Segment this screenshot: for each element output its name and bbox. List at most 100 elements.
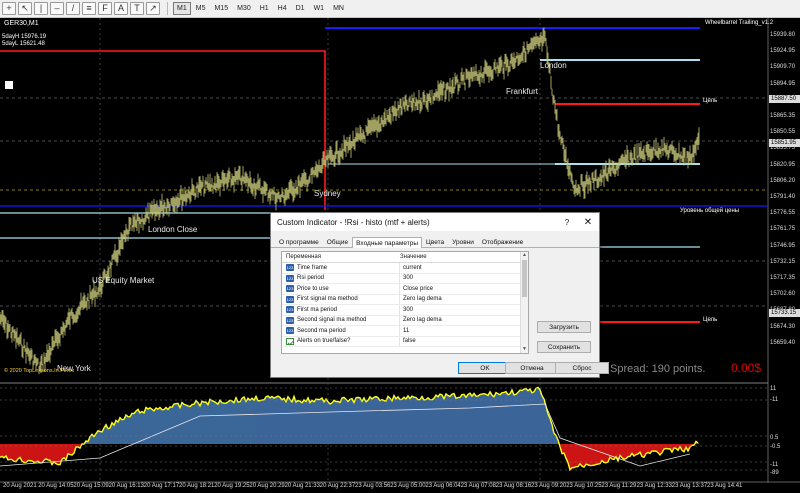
table-row[interactable]: 123 Second ma period 11 <box>282 326 528 337</box>
variable-value[interactable]: Zero lag dema <box>400 317 442 323</box>
price-tick: 15791.40 <box>770 194 796 200</box>
time-tick: 23 Aug 09:20 <box>531 483 567 489</box>
price-tick: 15806.20 <box>770 177 796 184</box>
price-tick: 15939.80 <box>770 32 796 38</box>
session-label-frankfurt: Frankfurt <box>506 87 539 96</box>
load-button[interactable]: Загрузить <box>537 321 591 333</box>
variable-name: Alerts on true/false? <box>297 338 351 345</box>
pointer-icon[interactable]: ↖ <box>18 2 32 15</box>
price-tick: 15732.15 <box>770 258 796 265</box>
variable-name: Second signal ma method <box>297 317 367 324</box>
scroll-down-icon[interactable]: ▼ <box>521 346 528 353</box>
tab-3[interactable]: Цвета <box>422 236 448 247</box>
tab-2[interactable]: Входные параметры <box>352 237 423 248</box>
table-row[interactable]: 123 Second signal ma method Zero lag dema <box>282 315 528 326</box>
variable-value[interactable]: false <box>400 338 416 344</box>
time-tick: 23 Aug 10:25 <box>566 483 602 489</box>
price-tick: 15865.35 <box>770 113 796 119</box>
time-tick: 23 Aug 13:37 <box>671 483 708 489</box>
price-tick: 15659.40 <box>770 339 796 346</box>
scrollbar-thumb[interactable] <box>522 260 527 297</box>
tab-5[interactable]: Отображение <box>478 236 527 247</box>
label-icon[interactable]: T <box>130 2 144 15</box>
save-button[interactable]: Сохранить <box>537 341 591 353</box>
crosshair-icon[interactable]: + <box>2 2 16 15</box>
price-tick: 15674.30 <box>770 323 796 330</box>
timeframe-mn[interactable]: MN <box>329 2 348 15</box>
table-row[interactable]: 123 First ma period 300 <box>282 305 528 316</box>
oscillator-tick: -11 <box>770 462 779 468</box>
timeframe-h1[interactable]: H1 <box>256 2 273 15</box>
timeframe-m30[interactable]: M30 <box>233 2 255 15</box>
variable-cell: 123 Time frame <box>282 263 400 273</box>
price-tick: 15850.55 <box>770 129 796 136</box>
tab-0[interactable]: О программе <box>275 236 323 247</box>
timeframe-h4[interactable]: H4 <box>274 2 291 15</box>
price-tick: 15820.95 <box>770 161 796 168</box>
copyright-text: © 2020 TopLessons.In.Forex <box>4 368 75 374</box>
red-range-box <box>0 50 326 210</box>
help-icon[interactable]: ? <box>557 218 577 227</box>
time-tick: 20 Aug 19:25 <box>214 483 250 489</box>
time-tick: 20 Aug 22:37 <box>319 483 356 489</box>
channel-icon[interactable]: ≡ <box>82 2 96 15</box>
reset-button[interactable]: Сброс <box>555 362 609 374</box>
table-scrollbar[interactable]: ▲ ▼ <box>520 252 528 353</box>
ok-button[interactable]: OK <box>458 362 512 374</box>
time-tick: 23 Aug 11:29 <box>601 483 637 489</box>
timeframe-buttons: M1 M5 M15 M30 H1 H4 D1 W1 MN <box>173 2 349 15</box>
variable-name: Price to use <box>297 285 329 292</box>
time-tick: 23 Aug 08:16 <box>495 483 532 489</box>
time-tick: 20 Aug 2021 <box>3 483 37 489</box>
variable-name: Time frame <box>297 264 328 271</box>
cancel-button[interactable]: Отмена <box>505 362 559 374</box>
variable-value[interactable]: 300 <box>400 275 413 281</box>
text-icon[interactable]: A <box>114 2 128 15</box>
chart-toolbar: + ↖ | – / ≡ F A T ↗ M1 M5 M15 M30 H1 H4 D1 W1 MN <box>0 0 800 18</box>
timeframe-m1[interactable]: M1 <box>173 2 191 15</box>
session-label-us-equity: US Equity Market <box>92 276 155 285</box>
average-price-label: Уровень общей цены <box>680 208 740 214</box>
time-tick: 23 Aug 12:33 <box>636 483 672 489</box>
close-icon[interactable]: ✕ <box>577 217 599 228</box>
checkbox-icon[interactable] <box>5 81 13 89</box>
tab-4[interactable]: Уровни <box>448 236 478 247</box>
toolbar-separator <box>167 2 168 15</box>
timeframe-w1[interactable]: W1 <box>310 2 329 15</box>
time-tick: 23 Aug 07:08 <box>460 483 496 489</box>
time-tick: 23 Aug 05:00 <box>390 483 426 489</box>
variable-value[interactable]: 300 <box>400 307 413 313</box>
time-tick: 20 Aug 18:21 <box>179 483 215 489</box>
variable-value[interactable]: Close price <box>400 286 433 292</box>
table-row[interactable]: 123 Rsi period 300 <box>282 273 528 284</box>
timeframe-m5[interactable]: M5 <box>192 2 210 15</box>
variable-value[interactable]: 11 <box>400 328 409 334</box>
price-tag: 15887.50 <box>769 95 800 103</box>
dialog-titlebar: Custom Indicator - !Rsi - histo (mtf + a… <box>271 213 599 231</box>
horizontal-line-icon[interactable]: – <box>50 2 64 15</box>
chart-symbol: GER30,M1 <box>4 20 39 27</box>
indicator-name: Wheelbarrel Trailing_v1.2 <box>705 20 774 26</box>
arrow-icon[interactable]: ↗ <box>146 2 160 15</box>
oscillator-tick: -11 <box>770 397 779 403</box>
variable-cell: 123 Rsi period <box>282 273 400 283</box>
fibonacci-icon[interactable]: F <box>98 2 112 15</box>
oscillator-tick: 0.5 <box>770 435 779 441</box>
vertical-line-icon[interactable]: | <box>34 2 48 15</box>
variable-value[interactable]: Zero lag dema <box>400 296 442 302</box>
scroll-up-icon[interactable]: ▲ <box>521 252 528 259</box>
table-row[interactable]: 123 Price to use Close price <box>282 284 528 295</box>
price-tick: 15909.70 <box>770 64 796 71</box>
oscillator-tick: 11 <box>770 386 777 392</box>
timeframe-m15[interactable]: M15 <box>210 2 232 15</box>
trendline-icon[interactable]: / <box>66 2 80 15</box>
time-tick: 23 Aug 03:56 <box>355 483 391 489</box>
timeframe-d1[interactable]: D1 <box>292 2 309 15</box>
tab-1[interactable]: Общие <box>323 236 352 247</box>
variable-cell: 123 First signal ma method <box>282 294 400 304</box>
table-row[interactable]: Alerts on true/false? false <box>282 336 528 347</box>
price-tick: 15776.55 <box>770 210 796 217</box>
table-row[interactable]: 123 First signal ma method Zero lag dema <box>282 294 528 305</box>
variable-value[interactable]: current <box>400 265 422 271</box>
table-row[interactable]: 123 Time frame current <box>282 263 528 274</box>
